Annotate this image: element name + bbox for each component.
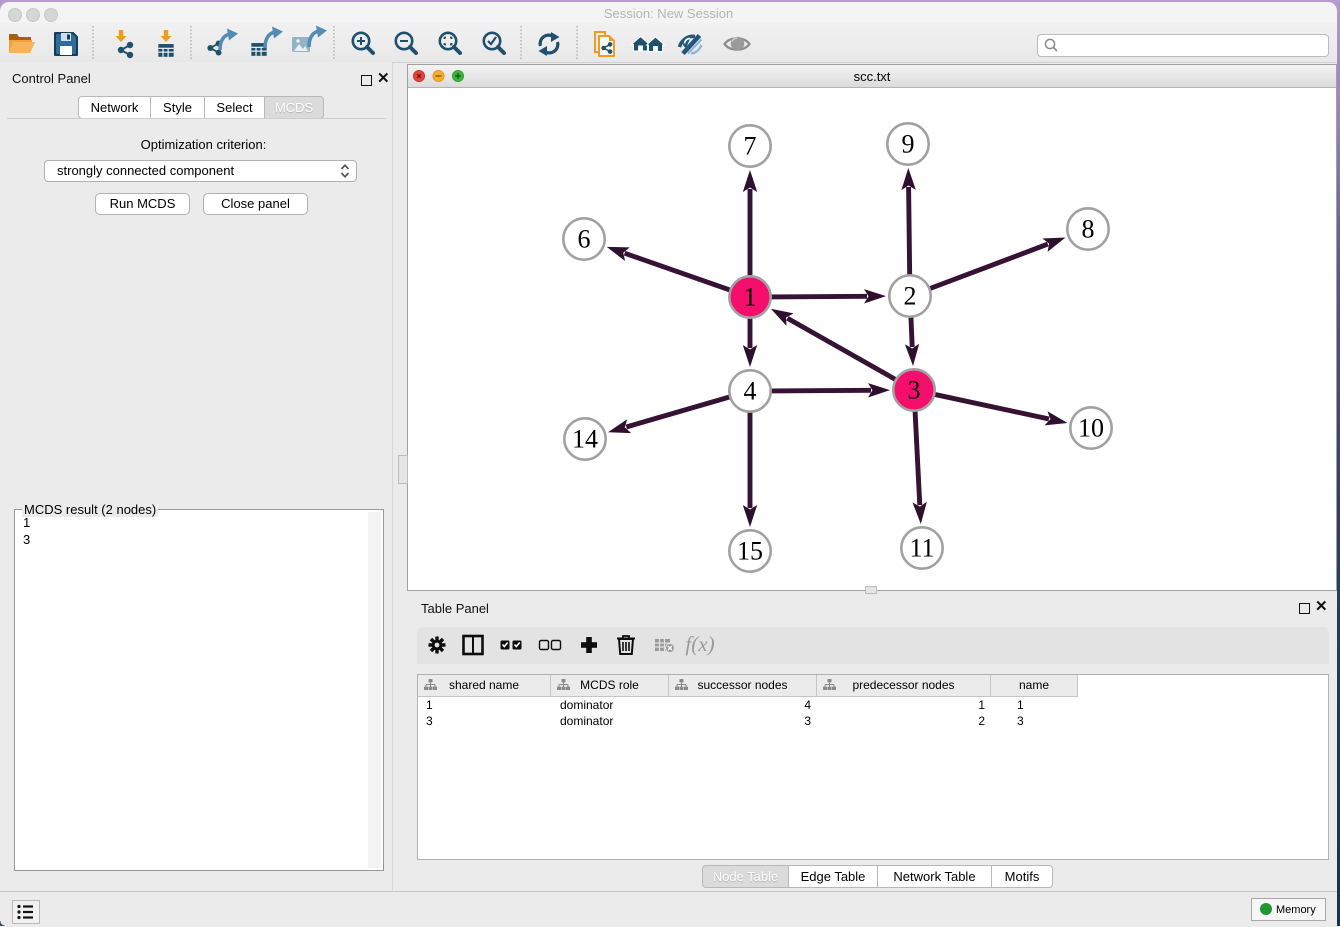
- svg-text:2: 2: [904, 282, 917, 311]
- svg-text:6: 6: [578, 225, 591, 254]
- svg-text:15: 15: [737, 537, 763, 566]
- svg-text:9: 9: [902, 130, 915, 159]
- svg-text:1: 1: [744, 283, 757, 312]
- svg-text:11: 11: [909, 534, 934, 563]
- svg-text:10: 10: [1078, 414, 1104, 443]
- svg-text:7: 7: [744, 132, 757, 161]
- svg-text:8: 8: [1082, 215, 1095, 244]
- svg-text:4: 4: [744, 377, 757, 406]
- svg-text:3: 3: [908, 376, 921, 405]
- svg-text:f(x): f(x): [685, 632, 714, 656]
- svg-text:14: 14: [572, 425, 598, 454]
